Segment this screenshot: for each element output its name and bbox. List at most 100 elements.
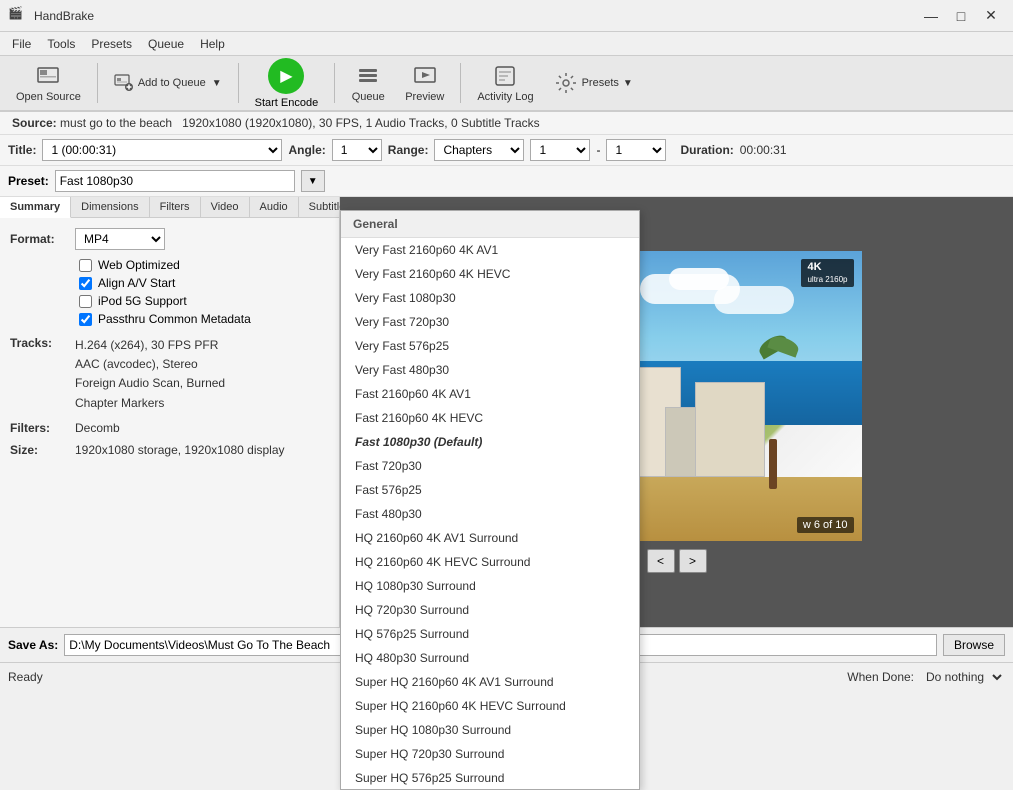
preview-4k-badge: 4K ultra 2160p [801,259,853,287]
preset-very-fast-576[interactable]: Very Fast 576p25 [341,334,639,358]
passthru-label: Passthru Common Metadata [98,312,251,326]
preview-next-button[interactable]: > [679,549,707,573]
preset-very-fast-1080[interactable]: Very Fast 1080p30 [341,286,639,310]
app-title: HandBrake [34,9,917,23]
preview-prev-button[interactable]: < [647,549,675,573]
preset-hq-1080[interactable]: HQ 1080p30 Surround [341,574,639,598]
ipod-label: iPod 5G Support [98,294,187,308]
filters-value: Decomb [75,421,120,435]
ipod-row: iPod 5G Support [75,294,329,308]
track-3: Foreign Audio Scan, Burned [75,374,225,393]
menu-tools[interactable]: Tools [39,35,83,53]
toolbar: Open Source Add to Queue ▼ ▶ Start Encod… [0,56,1013,112]
presets-toolbar-button[interactable]: Presets ▼ [546,59,641,107]
preset-hq-480[interactable]: HQ 480p30 Surround [341,646,639,670]
preset-very-fast-2160-av1[interactable]: Very Fast 2160p60 4K AV1 [341,238,639,262]
open-source-button[interactable]: Open Source [8,59,89,107]
activity-log-button[interactable]: Activity Log [469,59,541,107]
size-label: Size: [10,443,75,457]
preview-counter: w 6 of 10 [797,517,854,533]
tab-summary[interactable]: Summary [0,197,71,218]
preset-super-hq-2160-hevc[interactable]: Super HQ 2160p60 4K HEVC Surround [341,694,639,718]
browse-button[interactable]: Browse [943,634,1005,656]
preset-fast-2160-av1[interactable]: Fast 2160p60 4K AV1 [341,382,639,406]
duration-value: 00:00:31 [740,143,787,157]
tracks-list: H.264 (x264), 30 FPS PFR AAC (avcodec), … [75,336,225,413]
tab-dimensions[interactable]: Dimensions [71,197,149,217]
preset-fast-480[interactable]: Fast 480p30 [341,502,639,526]
align-av-label: Align A/V Start [98,276,175,290]
preset-hq-576[interactable]: HQ 576p25 Surround [341,622,639,646]
angle-label: Angle: [288,143,325,157]
chapter-start-select[interactable]: 1 [530,139,590,161]
preset-input[interactable] [55,170,295,192]
source-bar: Source: must go to the beach 1920x1080 (… [0,112,1013,135]
format-select[interactable]: MP4 [75,228,165,250]
app-icon: 🎬 [8,6,28,26]
format-label: Format: [10,232,75,246]
add-to-queue-dropdown-arrow[interactable]: ▼ [212,78,222,89]
preset-browse-button[interactable]: ▼ [301,170,325,192]
preset-hq-2160-av1[interactable]: HQ 2160p60 4K AV1 Surround [341,526,639,550]
menu-file[interactable]: File [4,35,39,53]
close-button[interactable]: ✕ [977,5,1005,27]
ipod-checkbox[interactable] [79,295,92,308]
presets-icon [554,71,578,95]
preset-super-hq-2160-av1[interactable]: Super HQ 2160p60 4K AV1 Surround [341,670,639,694]
tracks-label: Tracks: [10,336,75,350]
title-bar: 🎬 HandBrake — □ ✕ [0,0,1013,32]
preset-hq-2160-hevc[interactable]: HQ 2160p60 4K HEVC Surround [341,550,639,574]
when-done-select[interactable]: Do nothing [918,666,1005,688]
save-as-label: Save As: [8,638,58,652]
preset-very-fast-720[interactable]: Very Fast 720p30 [341,310,639,334]
preset-dropdown: General Very Fast 2160p60 4K AV1 Very Fa… [340,210,640,790]
window-controls: — □ ✕ [917,5,1005,27]
preset-very-fast-480[interactable]: Very Fast 480p30 [341,358,639,382]
preset-fast-1080-default[interactable]: Fast 1080p30 (Default) [341,430,639,454]
size-row: Size: 1920x1080 storage, 1920x1080 displ… [10,443,329,457]
open-source-icon [36,64,60,88]
separator-2 [238,63,239,103]
source-label: Source: [12,116,57,130]
format-row: Format: MP4 [10,228,329,250]
add-to-queue-button[interactable]: Add to Queue ▼ [106,59,230,107]
duration-label: Duration: [680,143,733,157]
range-type-select[interactable]: Chapters [434,139,524,161]
tab-audio[interactable]: Audio [250,197,299,217]
preset-super-hq-576[interactable]: Super HQ 576p25 Surround [341,766,639,790]
preset-super-hq-720[interactable]: Super HQ 720p30 Surround [341,742,639,766]
start-encode-button[interactable]: ▶ Start Encode [247,54,327,113]
queue-icon [356,64,380,88]
preset-super-hq-1080[interactable]: Super HQ 1080p30 Surround [341,718,639,742]
chapter-end-select[interactable]: 1 [606,139,666,161]
angle-select[interactable]: 1 [332,139,382,161]
preset-very-fast-2160-hevc[interactable]: Very Fast 2160p60 4K HEVC [341,262,639,286]
queue-button[interactable]: Queue [343,59,393,107]
align-av-checkbox[interactable] [79,277,92,290]
preview-button[interactable]: Preview [397,59,452,107]
menu-presets[interactable]: Presets [83,35,140,53]
preset-hq-720[interactable]: HQ 720p30 Surround [341,598,639,622]
when-done-label: When Done: [847,670,914,684]
minimize-button[interactable]: — [917,5,945,27]
separator-4 [460,63,461,103]
web-optimized-label: Web Optimized [98,258,180,272]
web-optimized-row: Web Optimized [75,258,329,272]
preset-row: Preset: ▼ [0,166,1013,197]
maximize-button[interactable]: □ [947,5,975,27]
menu-queue[interactable]: Queue [140,35,192,53]
size-value: 1920x1080 storage, 1920x1080 display [75,443,285,457]
tab-filters[interactable]: Filters [150,197,201,217]
web-optimized-checkbox[interactable] [79,259,92,272]
track-1: H.264 (x264), 30 FPS PFR [75,336,225,355]
passthru-checkbox[interactable] [79,313,92,326]
menu-help[interactable]: Help [192,35,233,53]
title-select[interactable]: 1 (00:00:31) [42,139,282,161]
preset-fast-2160-hevc[interactable]: Fast 2160p60 4K HEVC [341,406,639,430]
play-icon: ▶ [268,58,304,94]
preset-fast-720[interactable]: Fast 720p30 [341,454,639,478]
preset-fast-576[interactable]: Fast 576p25 [341,478,639,502]
presets-dropdown-arrow[interactable]: ▼ [623,78,633,89]
tab-video[interactable]: Video [201,197,250,217]
separator-3 [334,63,335,103]
